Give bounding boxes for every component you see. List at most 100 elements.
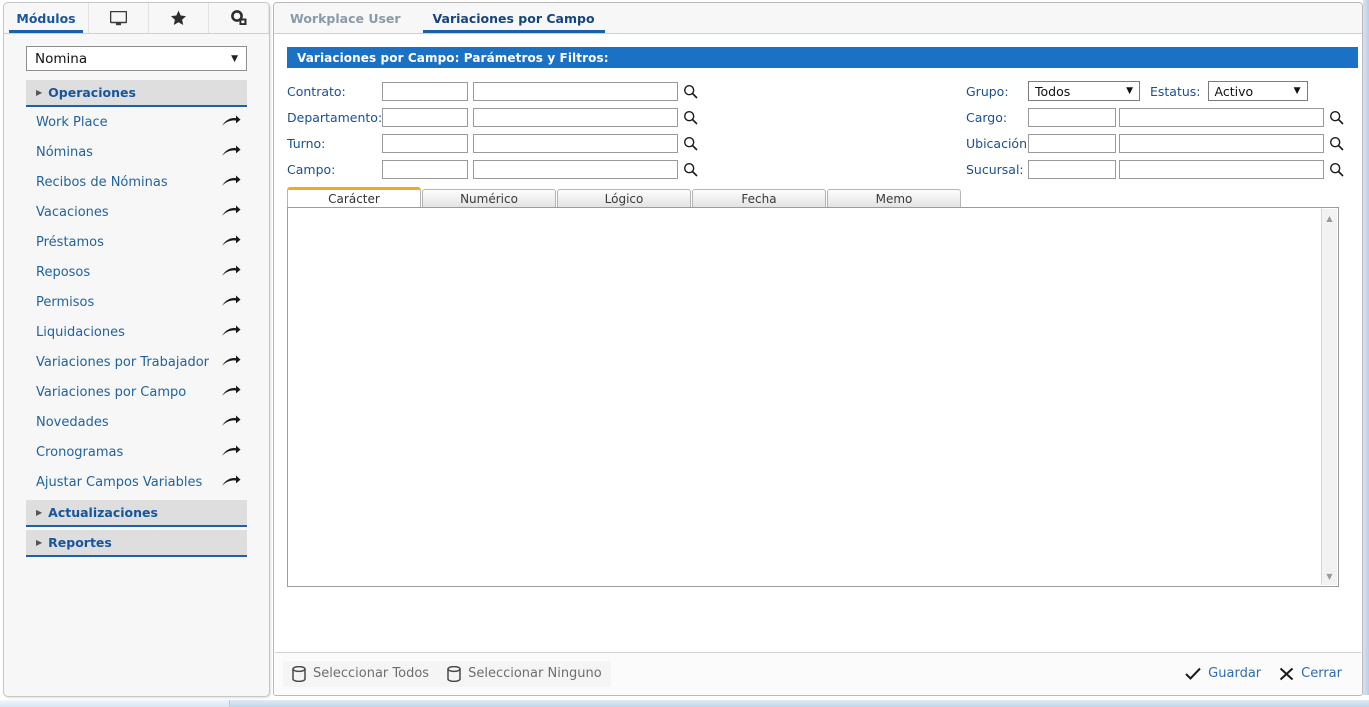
shortcut-arrow-icon[interactable] [221,175,241,189]
filter-row-cargo: Cargo: [966,104,1344,130]
tab-workplace-user-label: Workplace User [290,10,401,26]
tab-memo[interactable]: Memo [827,189,961,207]
sucursal-code-input[interactable] [1028,159,1116,179]
sidebar-item-permisos[interactable]: Permisos [26,287,247,317]
shortcut-arrow-icon[interactable] [221,355,241,369]
shortcut-arrow-icon[interactable] [221,445,241,459]
tab-memo-label: Memo [875,191,913,206]
shortcut-arrow-icon[interactable] [221,205,241,219]
search-icon[interactable] [683,162,698,177]
chevron-down-icon: ▼ [231,53,238,64]
sidebar-item-vacaciones[interactable]: Vacaciones [26,197,247,227]
sidebar-item-prestamos[interactable]: Préstamos [26,227,247,257]
search-icon[interactable] [1329,136,1344,151]
shortcut-arrow-icon[interactable] [221,415,241,429]
section-header: Variaciones por Campo: Parámetros y Filt… [287,47,1358,68]
search-icon[interactable] [683,136,698,151]
sidebar-item-reposos[interactable]: Reposos [26,257,247,287]
module-select-value: Nomina [35,50,88,67]
field-list-grid[interactable]: ▲ ▼ [287,207,1339,587]
save-button[interactable]: Guardar [1176,661,1270,686]
sidebar-item-label: Préstamos [36,234,104,250]
sidebar-tab-settings[interactable] [209,3,269,33]
tab-workplace-user[interactable]: Workplace User [274,3,417,33]
departamento-name-input[interactable] [473,107,678,127]
page-horizontal-scrollbar[interactable] [0,700,1369,707]
sidebar-nav: ▶ Operaciones Work Place Nóminas Recibos… [4,71,269,557]
horizontal-scrollbar-thumb[interactable] [0,700,230,707]
turno-name-input[interactable] [473,133,678,153]
campo-code-input[interactable] [382,159,468,179]
sidebar-item-variaciones-por-campo[interactable]: Variaciones por Campo [26,377,247,407]
departamento-code-input[interactable] [382,107,468,127]
scroll-down-arrow-icon[interactable]: ▼ [1322,569,1337,583]
filter-row-grupo-estatus: Grupo: Todos ▼ Estatus: Activo ▼ [966,78,1344,104]
main-tabstrip: Workplace User Variaciones por Campo [274,3,1362,34]
sidebar: Módulos Nomina ▼ ▶ Operaciones Work Plac… [3,2,270,697]
tab-logico[interactable]: Lógico [557,189,691,207]
cargo-name-input[interactable] [1119,107,1324,127]
sidebar-item-cronogramas[interactable]: Cronogramas [26,437,247,467]
campo-name-input[interactable] [473,159,678,179]
chevron-right-icon: ▶ [36,537,43,547]
sidebar-group-actualizaciones[interactable]: ▶ Actualizaciones [26,500,247,527]
contrato-name-input[interactable] [473,81,678,101]
chevron-down-icon: ▼ [1293,86,1301,96]
sidebar-group-operaciones[interactable]: ▶ Operaciones [26,80,247,107]
close-button[interactable]: Cerrar [1270,661,1351,686]
database-icon [447,665,461,682]
close-label: Cerrar [1301,666,1342,681]
search-icon[interactable] [1329,110,1344,125]
filter-row-sucursal: Sucursal: [966,156,1344,182]
sidebar-item-ajustar-campos-variables[interactable]: Ajustar Campos Variables [26,467,247,497]
sidebar-item-variaciones-por-trabajador[interactable]: Variaciones por Trabajador [26,347,247,377]
sidebar-item-work-place[interactable]: Work Place [26,107,247,137]
sucursal-name-input[interactable] [1119,159,1324,179]
ubicacion-name-input[interactable] [1119,133,1324,153]
sidebar-item-recibos-de-nominas[interactable]: Recibos de Nóminas [26,167,247,197]
sidebar-item-novedades[interactable]: Novedades [26,407,247,437]
ubicacion-code-input[interactable] [1028,133,1116,153]
shortcut-arrow-icon[interactable] [221,145,241,159]
grid-vertical-scrollbar[interactable]: ▲ ▼ [1321,209,1337,585]
search-icon[interactable] [683,84,698,99]
grupo-select-value: Todos [1035,83,1071,99]
turno-code-input[interactable] [382,133,468,153]
sidebar-tab-monitor[interactable] [89,3,149,33]
sidebar-item-nominas[interactable]: Nóminas [26,137,247,167]
search-icon[interactable] [1329,162,1344,177]
shortcut-arrow-icon[interactable] [221,325,241,339]
shortcut-arrow-icon[interactable] [221,265,241,279]
shortcut-arrow-icon[interactable] [221,235,241,249]
search-icon[interactable] [683,110,698,125]
grupo-select[interactable]: Todos ▼ [1028,81,1140,101]
select-all-button[interactable]: Seleccionar Todos [283,660,439,687]
selection-buttons: Seleccionar Todos Seleccionar Ninguno [283,660,611,687]
shortcut-arrow-icon[interactable] [221,385,241,399]
tab-fecha[interactable]: Fecha [692,189,826,207]
sidebar-group-reportes[interactable]: ▶ Reportes [26,530,247,557]
estatus-select[interactable]: Activo ▼ [1207,81,1308,101]
cargo-code-input[interactable] [1028,107,1116,127]
sidebar-item-liquidaciones[interactable]: Liquidaciones [26,317,247,347]
select-none-button[interactable]: Seleccionar Ninguno [438,660,611,687]
shortcut-arrow-icon[interactable] [221,475,241,489]
sidebar-item-label: Nóminas [36,144,93,160]
chevron-down-icon: ▼ [1126,86,1133,96]
tab-caracter[interactable]: Carácter [287,187,421,207]
shortcut-arrow-icon[interactable] [221,115,241,129]
sidebar-tab-modulos[interactable]: Módulos [4,3,89,33]
module-select-wrap: Nomina ▼ [4,34,269,71]
sidebar-tab-favorites[interactable] [149,3,209,33]
tab-caracter-label: Carácter [328,191,380,206]
tab-numerico[interactable]: Numérico [422,189,556,207]
sidebar-item-label: Variaciones por Campo [36,384,187,400]
page-vertical-scrollbar[interactable] [1363,0,1369,695]
module-select[interactable]: Nomina ▼ [26,46,247,71]
label-campo: Campo: [287,161,336,177]
tab-variaciones-por-campo[interactable]: Variaciones por Campo [417,3,611,33]
contrato-code-input[interactable] [382,81,468,101]
shortcut-arrow-icon[interactable] [221,295,241,309]
estatus-select-value: Activo [1214,83,1254,99]
scroll-up-arrow-icon[interactable]: ▲ [1322,211,1337,225]
